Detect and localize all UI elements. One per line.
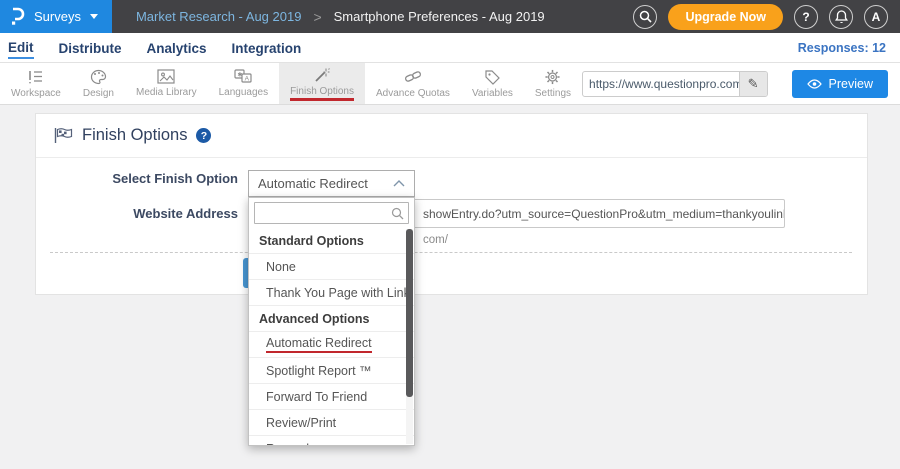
finish-flag-icon <box>53 127 73 144</box>
toolbar-item-workspace[interactable]: Workspace <box>0 63 72 104</box>
survey-url-field[interactable]: https://www.questionpro.com/t/A ✎ <box>582 71 768 97</box>
toolbar-item-label: Variables <box>472 88 513 99</box>
responses-count: Responses: 12 <box>798 41 886 55</box>
dropdown-option-none[interactable]: None <box>249 254 414 280</box>
dropdown-option-automatic-redirect[interactable]: Automatic Redirect <box>249 332 414 358</box>
product-menu[interactable]: Surveys <box>0 0 112 33</box>
media-library-icon <box>157 69 175 84</box>
toolbar-item-design[interactable]: Design <box>72 63 125 104</box>
help-badge[interactable]: ? <box>196 128 211 143</box>
toolbar-item-finish-options[interactable]: Finish Options <box>279 63 365 104</box>
topbar: Surveys Market Research - Aug 2019 > Sma… <box>0 0 900 33</box>
section-divider <box>50 252 852 253</box>
notifications-button[interactable] <box>829 5 853 29</box>
dropdown-search-input[interactable] <box>254 202 409 224</box>
website-address-label: Website Address <box>60 206 238 221</box>
breadcrumb: Market Research - Aug 2019 > Smartphone … <box>136 9 545 25</box>
settings-gear-icon <box>544 69 561 85</box>
toolbar-item-label: Design <box>83 88 114 99</box>
dropdown-scrollbar-track[interactable] <box>406 229 413 444</box>
chevron-down-icon <box>90 14 98 19</box>
variables-tag-icon <box>484 69 501 85</box>
quota-links-icon <box>404 69 422 85</box>
toolbar-item-advance-quotas[interactable]: Advance Quotas <box>365 63 461 104</box>
dropdown-option-spotlight-report[interactable]: Spotlight Report ™ <box>249 358 414 384</box>
pencil-icon: ✎ <box>748 76 759 92</box>
dropdown-group-advanced: Advanced Options <box>249 306 414 332</box>
breadcrumb-separator: > <box>313 9 321 25</box>
toolbar: Workspace Design Media Library ✱A Langua… <box>0 63 900 105</box>
toolbar-item-languages[interactable]: ✱A Languages <box>208 63 280 104</box>
questionpro-logo-icon <box>10 6 25 27</box>
eye-icon <box>807 79 822 89</box>
finish-options-wand-icon <box>314 67 331 83</box>
app-window: Surveys Market Research - Aug 2019 > Sma… <box>0 0 900 469</box>
toolbar-item-media-library[interactable]: Media Library <box>125 63 208 104</box>
svg-text:A: A <box>245 76 250 83</box>
languages-icon: ✱A <box>234 69 252 84</box>
finish-option-dropdown: Standard Options None Thank You Page wit… <box>248 197 415 446</box>
toolbar-item-settings[interactable]: Settings <box>524 63 582 104</box>
select-finish-option-label: Select Finish Option <box>60 171 238 186</box>
dropdown-option-rewards[interactable]: Rewards <box>249 436 414 446</box>
toolbar-item-label: Advance Quotas <box>376 88 450 99</box>
search-icon <box>391 207 404 220</box>
dropdown-search-wrap <box>249 198 414 228</box>
dropdown-option-thank-you-page[interactable]: Thank You Page with Link <box>249 280 414 306</box>
page-content: Finish Options ? Select Finish Option We… <box>0 105 900 469</box>
preview-button-label: Preview <box>829 77 873 91</box>
edit-url-button[interactable]: ✎ <box>739 72 767 96</box>
tab-row: Edit Distribute Analytics Integration Re… <box>0 33 900 63</box>
finish-option-select[interactable]: Automatic Redirect <box>248 170 415 197</box>
search-button[interactable] <box>633 5 657 29</box>
survey-url-value: https://www.questionpro.com/t/A <box>583 77 739 91</box>
finish-option-selected-value: Automatic Redirect <box>258 176 368 191</box>
topbar-actions: Upgrade Now ? A <box>633 4 900 30</box>
bell-icon <box>835 10 848 24</box>
design-palette-icon <box>90 69 107 85</box>
dropdown-scrollbar-thumb[interactable] <box>406 229 413 397</box>
product-menu-label: Surveys <box>34 9 81 24</box>
toolbar-item-label: Languages <box>219 87 269 98</box>
dropdown-option-forward-to-friend[interactable]: Forward To Friend <box>249 384 414 410</box>
website-address-helper: com/ <box>423 234 448 246</box>
tab-distribute[interactable]: Distribute <box>59 37 122 58</box>
panel-header: Finish Options ? <box>36 114 867 158</box>
preview-button[interactable]: Preview <box>792 70 888 98</box>
dropdown-group-standard: Standard Options <box>249 228 414 254</box>
toolbar-item-label: Media Library <box>136 87 197 98</box>
workspace-icon <box>27 69 44 85</box>
toolbar-item-variables[interactable]: Variables <box>461 63 524 104</box>
help-button[interactable]: ? <box>794 5 818 29</box>
breadcrumb-current: Smartphone Preferences - Aug 2019 <box>334 9 545 24</box>
breadcrumb-parent-link[interactable]: Market Research - Aug 2019 <box>136 9 301 24</box>
toolbar-item-label: Workspace <box>11 88 61 99</box>
toolbar-item-label: Settings <box>535 88 571 99</box>
upgrade-now-button[interactable]: Upgrade Now <box>668 4 783 30</box>
tab-edit[interactable]: Edit <box>8 36 34 59</box>
tab-integration[interactable]: Integration <box>232 37 302 58</box>
page-title: Finish Options <box>82 126 187 145</box>
toolbar-item-label: Finish Options <box>290 86 354 101</box>
chevron-up-icon <box>393 180 405 187</box>
tab-analytics[interactable]: Analytics <box>147 37 207 58</box>
dropdown-option-review-print[interactable]: Review/Print <box>249 410 414 436</box>
avatar[interactable]: A <box>864 5 888 29</box>
search-icon <box>639 10 652 23</box>
